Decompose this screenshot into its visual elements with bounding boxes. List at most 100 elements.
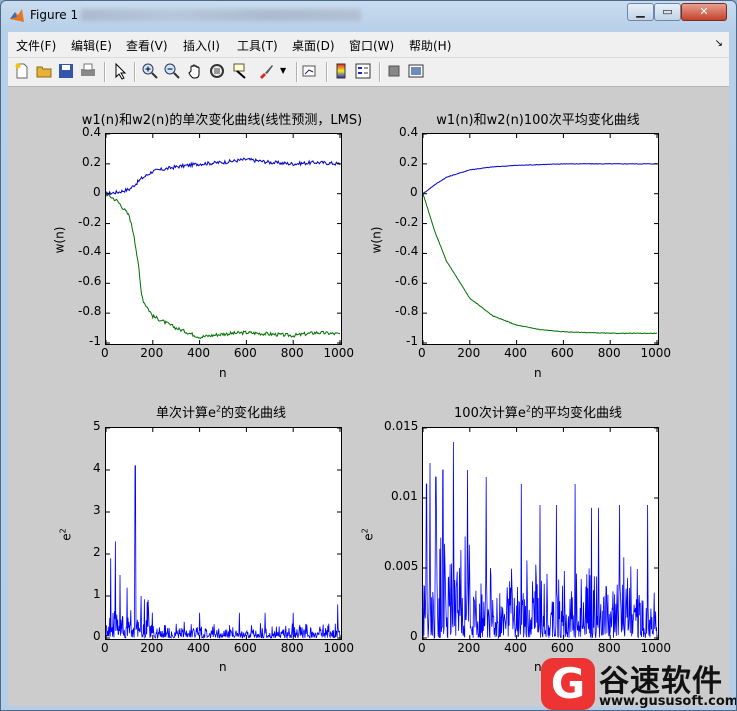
menu-window[interactable]: 窗口(W) [349,37,394,54]
hide-plot-tools-icon[interactable] [385,62,403,80]
y-tick-label: -0.2 [395,214,419,229]
x-tick-label: 1000 [640,641,672,655]
y-tick-label: 0.4 [82,125,102,139]
plot4-axes[interactable] [422,427,659,640]
title-bar[interactable]: Figure 1 ▁ ▭ ✕ [1,1,736,31]
x-tick-label: 400 [504,641,527,655]
plot4-title-text2: 的平均变化曲线 [530,406,622,421]
plot4-ylabel-base: e [361,533,376,541]
maximize-button[interactable]: ▭ [654,3,681,21]
y-tick-label: -0.6 [78,274,102,289]
blurred-path [81,9,361,21]
pan-icon[interactable] [186,62,204,80]
y-tick-label: -1 [406,334,418,348]
menu-desktop[interactable]: 桌面(D) [292,37,335,54]
menu-insert[interactable]: 插入(I) [183,37,220,54]
y-tick-label: -0.6 [395,274,419,289]
plot3-ylabel: e2 [59,528,74,540]
zoom-in-icon[interactable] [141,62,159,80]
plot4-ylabel-sup: 2 [360,528,370,534]
series-2-line [423,193,658,335]
plot3-ylabel-base: e [59,533,74,541]
print-icon[interactable] [79,62,97,80]
y-tick-label: -0.8 [395,304,419,319]
y-tick-label: 0.005 [384,559,419,573]
y-tick-label: -0.4 [395,244,419,259]
plot3-title-text2: 的变化曲线 [221,406,287,421]
watermark-g-icon: G [541,658,595,710]
plot2-title: w1(n)和w2(n)100次平均变化曲线 [436,113,640,128]
watermark-logo: G 谷速软件 www.gususoft.com [541,656,737,710]
y-tick-label: 0 [93,629,101,643]
e2-line [423,441,658,639]
x-tick-label: 400 [504,346,527,360]
link-plot-icon[interactable] [301,62,319,80]
watermark-url: www.gususoft.com [599,694,737,709]
menu-file[interactable]: 文件(F) [16,37,56,54]
x-tick-label: 600 [233,346,257,360]
rotate-3d-icon[interactable] [208,62,226,80]
brush-dropdown-icon[interactable]: ▼ [280,66,286,75]
menu-view[interactable]: 查看(V) [126,37,168,54]
x-tick-label: 400 [187,641,210,655]
minimize-button[interactable]: ▁ [627,3,654,21]
y-tick-label: 0.015 [384,419,419,433]
data-cursor-icon[interactable] [232,62,250,80]
plot2-axes[interactable] [422,133,659,345]
y-tick-label: -0.8 [78,304,102,319]
figure-window: Figure 1 ▁ ▭ ✕ 文件(F) 编辑(E) 查看(V) 插入(I) 工… [0,0,737,711]
plot4-lines [423,428,658,639]
x-tick-label: 200 [457,346,481,360]
plot3-lines [106,428,341,639]
new-figure-icon[interactable] [13,62,31,80]
series-2-line [106,193,341,340]
window-title: Figure 1 [30,8,79,22]
y-tick-label: 0.01 [391,489,418,503]
x-tick-label: 0 [418,346,426,360]
menu-tools[interactable]: 工具(T) [237,37,278,54]
plot2-xlabel: n [534,366,542,380]
plot3-ylabel-sup: 2 [58,528,68,534]
plot2-lines [423,134,658,344]
menu-help[interactable]: 帮助(H) [409,37,451,54]
menu-edit[interactable]: 编辑(E) [71,37,112,54]
open-file-icon[interactable] [35,62,53,80]
zoom-out-icon[interactable] [163,62,181,80]
x-tick-label: 1000 [323,346,355,360]
plot3-title-text: 单次计算e [155,406,216,421]
x-tick-label: 600 [550,641,574,655]
plot4-title: 100次计算e2的平均变化曲线 [454,402,622,421]
close-button[interactable]: ✕ [681,3,727,21]
toolbar-separator [326,62,328,82]
toolbar-separator [104,62,106,82]
edit-plot-icon[interactable] [111,62,129,80]
brush-icon[interactable] [257,62,275,80]
plot3-axes[interactable] [105,427,342,640]
menu-bar: 文件(F) 编辑(E) 查看(V) 插入(I) 工具(T) 桌面(D) 窗口(W… [8,32,729,58]
menu-chevron-icon[interactable]: ↘ [715,38,723,49]
plot1-axes[interactable] [105,133,342,345]
plot3-xlabel: n [219,660,227,674]
insert-colorbar-icon[interactable] [332,62,350,80]
y-tick-label: 5 [93,419,101,433]
y-tick-label: 1 [93,587,101,601]
x-tick-label: 0 [101,641,109,655]
insert-legend-icon[interactable] [354,62,372,80]
y-tick-label: 0 [93,184,101,199]
toolbar: ▼ [8,58,729,87]
y-tick-label: -1 [89,334,101,348]
x-tick-label: 600 [233,641,257,655]
x-tick-label: 200 [457,641,481,655]
x-tick-label: 1000 [323,641,355,655]
save-icon[interactable] [57,62,75,80]
toolbar-separator [379,62,381,82]
y-tick-label: 0.2 [82,154,102,169]
x-tick-label: 800 [597,346,621,360]
plot1-ylabel: w(n) [52,226,67,254]
show-plot-tools-icon[interactable] [407,62,425,80]
x-tick-label: 200 [140,346,164,360]
toolbar-separator [296,62,298,82]
y-tick-label: 3 [93,503,101,517]
y-tick-label: 0.2 [399,154,419,169]
y-tick-label: 0 [410,184,418,199]
